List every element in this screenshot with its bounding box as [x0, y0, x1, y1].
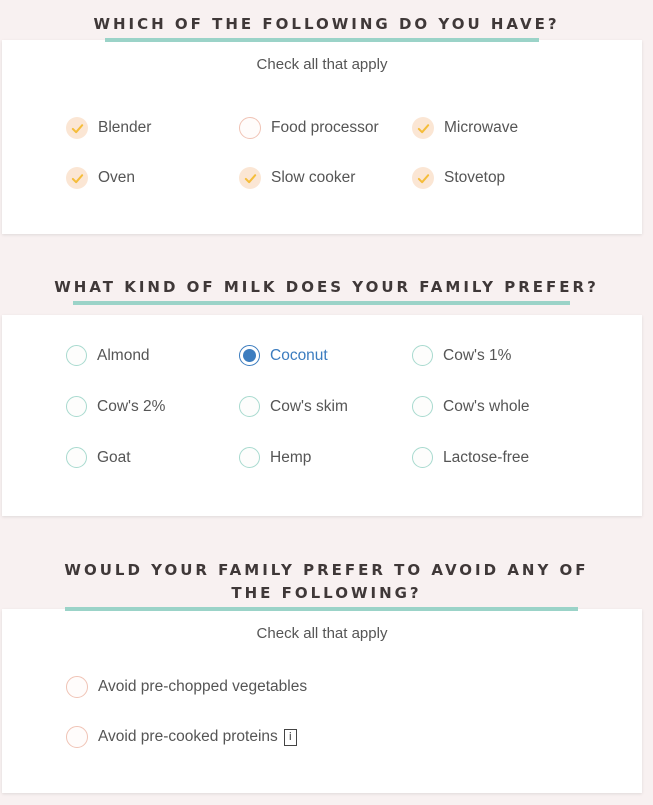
avoid-heading-line1: WOULD YOUR FAMILY PREFER TO AVOID ANY OF: [64, 561, 589, 579]
option-coconut[interactable]: Coconut: [239, 345, 328, 366]
radio-unselected-icon[interactable]: [66, 396, 87, 417]
option-label: Microwave: [444, 119, 519, 136]
option-label: Hemp: [270, 448, 312, 466]
milk-card: Almond Coconut Cow's 1% Cow's 2% Cow's s…: [2, 315, 642, 516]
checkbox-unchecked-icon[interactable]: [239, 117, 261, 139]
option-slow-cooker[interactable]: Slow cooker: [239, 167, 355, 189]
appliances-subtitle: Check all that apply: [256, 56, 388, 73]
option-stovetop[interactable]: Stovetop: [412, 167, 505, 189]
option-hemp[interactable]: Hemp: [239, 447, 311, 468]
option-label: Slow cooker: [271, 169, 356, 186]
option-label: Cow's 2%: [97, 397, 166, 415]
milk-heading: WHAT KIND OF MILK DOES YOUR FAMILY PREFE…: [54, 278, 599, 296]
option-oven[interactable]: Oven: [66, 167, 135, 189]
option-cows-1[interactable]: Cow's 1%: [412, 345, 511, 366]
option-microwave[interactable]: Microwave: [412, 117, 518, 139]
radio-unselected-icon[interactable]: [412, 396, 433, 417]
checkbox-checked-icon[interactable]: [66, 117, 88, 139]
appliances-heading-underline: [105, 38, 539, 42]
option-label: Blender: [98, 119, 152, 136]
option-label: Cow's whole: [443, 397, 530, 415]
appliances-heading: WHICH OF THE FOLLOWING DO YOU HAVE?: [93, 15, 560, 33]
option-label: Goat: [97, 448, 131, 466]
checkbox-checked-icon[interactable]: [239, 167, 261, 189]
option-avoid-pre-chopped-vegetables[interactable]: Avoid pre-chopped vegetables: [66, 676, 307, 698]
info-icon[interactable]: i: [283, 728, 297, 746]
radio-unselected-icon[interactable]: [239, 396, 260, 417]
checkbox-unchecked-icon[interactable]: [66, 726, 88, 748]
option-label: Stovetop: [444, 169, 506, 186]
option-cows-whole[interactable]: Cow's whole: [412, 396, 530, 417]
option-label: Oven: [98, 169, 136, 186]
option-label: Food processor: [271, 119, 379, 136]
radio-unselected-icon[interactable]: [66, 447, 87, 468]
avoid-heading-line2: THE FOLLOWING?: [231, 584, 422, 602]
radio-unselected-icon[interactable]: [66, 345, 87, 366]
option-label: Almond: [97, 346, 150, 364]
radio-unselected-icon[interactable]: [412, 447, 433, 468]
avoid-subtitle: Check all that apply: [256, 625, 388, 642]
option-food-processor[interactable]: Food processor: [239, 117, 379, 139]
avoid-card: Check all that apply Avoid pre-chopped v…: [2, 609, 642, 793]
avoid-heading-underline: [65, 607, 578, 611]
radio-selected-icon[interactable]: [239, 345, 260, 366]
radio-unselected-icon[interactable]: [412, 345, 433, 366]
milk-heading-wrap: WHAT KIND OF MILK DOES YOUR FAMILY PREFE…: [0, 276, 653, 299]
option-cows-2[interactable]: Cow's 2%: [66, 396, 165, 417]
option-label: Lactose-free: [443, 448, 530, 466]
option-blender[interactable]: Blender: [66, 117, 151, 139]
option-goat[interactable]: Goat: [66, 447, 131, 468]
option-label: Cow's 1%: [443, 346, 512, 364]
option-label: Coconut: [270, 346, 328, 364]
option-avoid-pre-cooked-proteins[interactable]: Avoid pre-cooked proteins i: [66, 726, 297, 748]
option-cows-skim[interactable]: Cow's skim: [239, 396, 348, 417]
checkbox-unchecked-icon[interactable]: [66, 676, 88, 698]
appliances-card: Check all that apply Blender Food proces…: [2, 40, 642, 234]
avoid-heading-wrap: WOULD YOUR FAMILY PREFER TO AVOID ANY OF…: [0, 559, 653, 605]
checkbox-checked-icon[interactable]: [412, 117, 434, 139]
radio-unselected-icon[interactable]: [239, 447, 260, 468]
appliances-heading-wrap: WHICH OF THE FOLLOWING DO YOU HAVE?: [0, 13, 653, 36]
option-almond[interactable]: Almond: [66, 345, 150, 366]
option-label: Avoid pre-chopped vegetables: [98, 678, 308, 695]
option-lactose-free[interactable]: Lactose-free: [412, 447, 529, 468]
checkbox-checked-icon[interactable]: [66, 167, 88, 189]
option-label: Cow's skim: [270, 397, 348, 415]
checkbox-checked-icon[interactable]: [412, 167, 434, 189]
option-label: Avoid pre-cooked proteins: [98, 728, 278, 745]
milk-heading-underline: [73, 301, 570, 305]
